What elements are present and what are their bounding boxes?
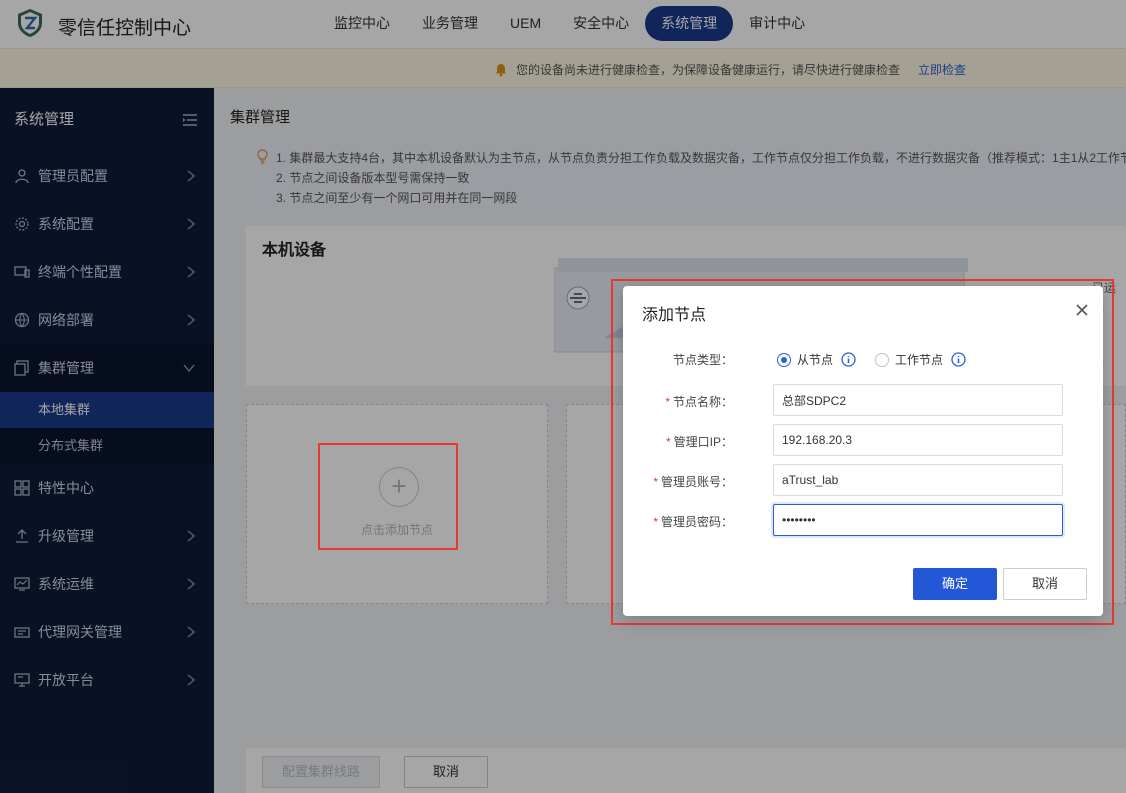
close-icon[interactable] (1075, 303, 1089, 317)
dialog-title: 添加节点 (642, 307, 707, 324)
mgmt-ip-label: * 管理口IP： (623, 433, 733, 450)
required-mark: * (653, 515, 658, 529)
required-mark: * (665, 435, 671, 449)
node-name-label: * 节点名称： (623, 393, 733, 410)
info-icon[interactable] (951, 352, 966, 367)
admin-password-input[interactable] (773, 504, 1063, 536)
field-label-text: 管理口IP： (673, 435, 733, 449)
radio-worker-node[interactable]: 工作节点 (875, 351, 966, 368)
required-mark: * (653, 475, 658, 489)
field-label-text: 管理员账号： (660, 475, 733, 489)
radio-label: 工作节点 (895, 353, 944, 367)
highlight-add-node (318, 443, 458, 550)
dialog-cancel-button[interactable]: 取消 (1003, 568, 1087, 600)
info-icon[interactable] (841, 352, 856, 367)
confirm-button[interactable]: 确定 (913, 568, 997, 600)
radio-label: 从节点 (797, 353, 834, 367)
node-name-input[interactable] (773, 384, 1063, 416)
admin-account-label: * 管理员账号： (623, 473, 733, 490)
radio-dot-selected (777, 352, 791, 367)
mgmt-ip-input[interactable] (773, 424, 1063, 456)
required-mark: * (665, 395, 670, 409)
add-node-dialog: 添加节点 节点类型： 从节点 工作节点 *节点名称： *管理口IP： *管理员账… (623, 286, 1103, 616)
field-label-text: 节点名称： (672, 395, 733, 409)
radio-slave-node[interactable]: 从节点 (777, 351, 856, 368)
admin-password-label: * 管理员密码： (623, 513, 733, 530)
field-label-text: 管理员密码： (660, 515, 733, 529)
radio-dot (875, 352, 889, 367)
node-type-label: 节点类型： (672, 353, 733, 367)
admin-account-input[interactable] (773, 464, 1063, 496)
